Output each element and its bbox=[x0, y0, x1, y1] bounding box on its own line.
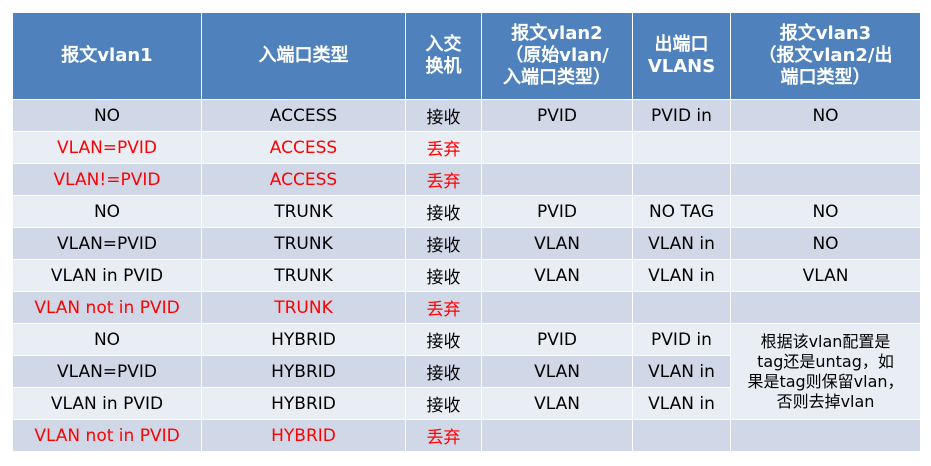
cell-packet-vlan1: NO bbox=[12, 323, 202, 356]
cell-packet-vlan1: VLAN not in PVID bbox=[12, 419, 202, 452]
cell-packet-vlan1: VLAN=PVID bbox=[12, 227, 202, 260]
hybrid-vlan3-note: 根据该vlan配置是 tag还是untag，如 果是tag则保留vlan， 否则… bbox=[730, 323, 921, 420]
header-ingress-port-type: 入端口类型 bbox=[201, 12, 406, 100]
cell-packet-vlan2 bbox=[481, 419, 633, 452]
cell-ingress-port-type: TRUNK bbox=[201, 291, 406, 324]
cell-egress-vlans: VLAN in bbox=[632, 227, 731, 260]
cell-egress-vlans: NO TAG bbox=[632, 195, 731, 228]
header-egress-vlans: 出端口 VLANS bbox=[632, 12, 731, 100]
table-row: NO HYBRID 接收 PVID PVID in 根据该vlan配置是 tag… bbox=[12, 323, 921, 420]
cell-action: 接收 bbox=[405, 355, 482, 388]
cell-packet-vlan2: VLAN bbox=[481, 387, 633, 420]
table-row: VLAN!=PVID ACCESS 丢弃 bbox=[12, 163, 921, 196]
cell-packet-vlan1: VLAN not in PVID bbox=[12, 291, 202, 324]
vlan-table-container: 报文vlan1 入端口类型 入交 换机 报文vlan2 （原始vlan/ 入端口… bbox=[12, 12, 921, 452]
cell-ingress-port-type: HYBRID bbox=[201, 387, 406, 420]
cell-packet-vlan1: VLAN=PVID bbox=[12, 355, 202, 388]
cell-action: 丢弃 bbox=[405, 131, 482, 164]
cell-packet-vlan2: VLAN bbox=[481, 227, 633, 260]
cell-action: 接收 bbox=[405, 259, 482, 292]
cell-action: 接收 bbox=[405, 195, 482, 228]
cell-packet-vlan2: VLAN bbox=[481, 355, 633, 388]
table-row: NO TRUNK 接收 PVID NO TAG NO bbox=[12, 195, 921, 228]
cell-packet-vlan1: NO bbox=[12, 99, 202, 132]
cell-packet-vlan3: NO bbox=[730, 227, 921, 260]
header-row: 报文vlan1 入端口类型 入交 换机 报文vlan2 （原始vlan/ 入端口… bbox=[12, 12, 921, 100]
cell-packet-vlan2: PVID bbox=[481, 195, 633, 228]
cell-egress-vlans bbox=[632, 419, 731, 452]
cell-ingress-port-type: HYBRID bbox=[201, 419, 406, 452]
table-row: VLAN in PVID TRUNK 接收 VLAN VLAN in VLAN bbox=[12, 259, 921, 292]
cell-egress-vlans bbox=[632, 291, 731, 324]
cell-action: 丢弃 bbox=[405, 163, 482, 196]
cell-packet-vlan2: VLAN bbox=[481, 259, 633, 292]
cell-packet-vlan2: PVID bbox=[481, 323, 633, 356]
cell-action: 接收 bbox=[405, 323, 482, 356]
cell-packet-vlan2 bbox=[481, 163, 633, 196]
cell-action: 接收 bbox=[405, 99, 482, 132]
cell-packet-vlan3: VLAN bbox=[730, 259, 921, 292]
table-row: VLAN=PVID TRUNK 接收 VLAN VLAN in NO bbox=[12, 227, 921, 260]
cell-egress-vlans: VLAN in bbox=[632, 355, 731, 388]
table-row: NO ACCESS 接收 PVID PVID in NO bbox=[12, 99, 921, 132]
cell-action: 接收 bbox=[405, 387, 482, 420]
header-packet-vlan3: 报文vlan3 （报文vlan2/出 端口类型） bbox=[730, 12, 921, 100]
cell-action: 丢弃 bbox=[405, 291, 482, 324]
cell-packet-vlan3 bbox=[730, 419, 921, 452]
cell-packet-vlan3 bbox=[730, 163, 921, 196]
cell-packet-vlan1: VLAN!=PVID bbox=[12, 163, 202, 196]
cell-packet-vlan3 bbox=[730, 131, 921, 164]
cell-egress-vlans: PVID in bbox=[632, 323, 731, 356]
header-ingress-switch: 入交 换机 bbox=[405, 12, 482, 100]
cell-egress-vlans: VLAN in bbox=[632, 259, 731, 292]
cell-egress-vlans: PVID in bbox=[632, 99, 731, 132]
cell-packet-vlan3: NO bbox=[730, 99, 921, 132]
cell-packet-vlan3: NO bbox=[730, 195, 921, 228]
cell-ingress-port-type: TRUNK bbox=[201, 227, 406, 260]
cell-packet-vlan2: PVID bbox=[481, 99, 633, 132]
vlan-forwarding-table: 报文vlan1 入端口类型 入交 换机 报文vlan2 （原始vlan/ 入端口… bbox=[12, 12, 921, 452]
cell-packet-vlan2 bbox=[481, 291, 633, 324]
cell-packet-vlan1: NO bbox=[12, 195, 202, 228]
cell-ingress-port-type: ACCESS bbox=[201, 99, 406, 132]
cell-ingress-port-type: ACCESS bbox=[201, 131, 406, 164]
cell-ingress-port-type: HYBRID bbox=[201, 355, 406, 388]
cell-ingress-port-type: ACCESS bbox=[201, 163, 406, 196]
cell-egress-vlans bbox=[632, 163, 731, 196]
table-row: VLAN=PVID ACCESS 丢弃 bbox=[12, 131, 921, 164]
cell-egress-vlans: VLAN in bbox=[632, 387, 731, 420]
cell-action: 接收 bbox=[405, 227, 482, 260]
cell-ingress-port-type: TRUNK bbox=[201, 195, 406, 228]
cell-packet-vlan1: VLAN in PVID bbox=[12, 387, 202, 420]
header-packet-vlan2: 报文vlan2 （原始vlan/ 入端口类型） bbox=[481, 12, 633, 100]
cell-action: 丢弃 bbox=[405, 419, 482, 452]
cell-packet-vlan1: VLAN=PVID bbox=[12, 131, 202, 164]
cell-packet-vlan1: VLAN in PVID bbox=[12, 259, 202, 292]
cell-egress-vlans bbox=[632, 131, 731, 164]
cell-packet-vlan3 bbox=[730, 291, 921, 324]
table-row: VLAN not in PVID HYBRID 丢弃 bbox=[12, 419, 921, 452]
cell-ingress-port-type: TRUNK bbox=[201, 259, 406, 292]
cell-packet-vlan2 bbox=[481, 131, 633, 164]
cell-ingress-port-type: HYBRID bbox=[201, 323, 406, 356]
header-packet-vlan1: 报文vlan1 bbox=[12, 12, 202, 100]
table-row: VLAN not in PVID TRUNK 丢弃 bbox=[12, 291, 921, 324]
